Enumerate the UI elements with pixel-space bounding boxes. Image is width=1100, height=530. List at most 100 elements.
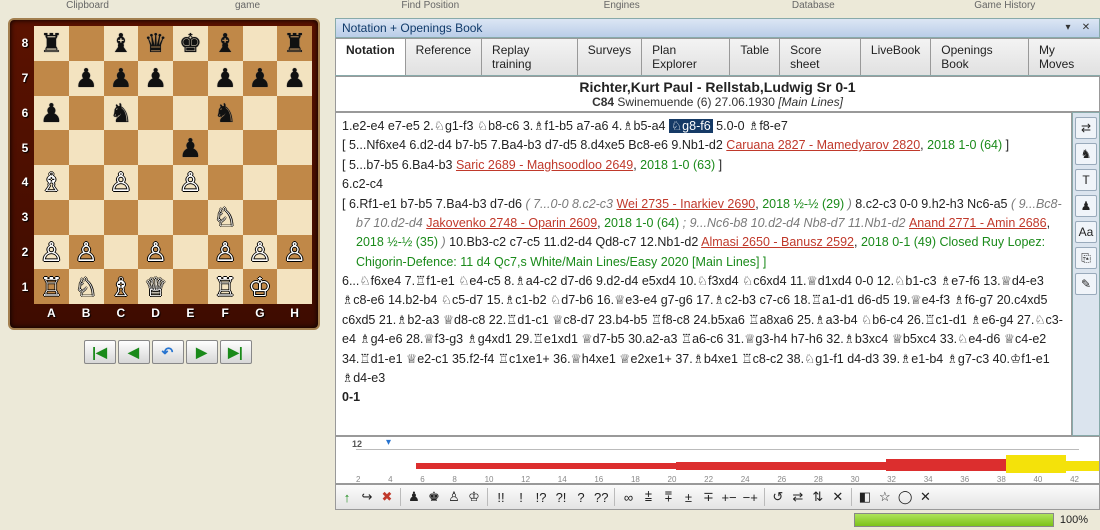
tab-score-sheet[interactable]: Score sheet [779,38,861,75]
piece[interactable]: ♝ [213,30,236,56]
square[interactable]: ♟ [34,96,69,131]
piece[interactable]: ♟ [248,65,271,91]
side-tool[interactable]: ⇄ [1075,117,1097,139]
square[interactable] [243,130,278,165]
tab-replay-training[interactable]: Replay training [481,38,578,75]
square[interactable]: ♙ [69,235,104,270]
square[interactable] [69,130,104,165]
piece[interactable]: ♟ [213,65,236,91]
square[interactable]: ♙ [173,165,208,200]
square[interactable]: ♖ [34,269,69,304]
square[interactable] [138,165,173,200]
current-move[interactable]: ♘g8-f6 [669,119,713,133]
annotation-tool[interactable]: ♚ [427,489,441,505]
square[interactable]: ♞ [104,96,139,131]
annotation-tool[interactable]: ± [681,490,695,505]
annotation-tool[interactable]: ✕ [831,489,845,505]
square[interactable] [34,200,69,235]
square[interactable] [34,61,69,96]
piece[interactable]: ♗ [40,169,63,195]
square[interactable] [69,200,104,235]
square[interactable] [104,200,139,235]
square[interactable] [208,165,243,200]
square[interactable]: ♚ [173,26,208,61]
annotation-tool[interactable]: ?? [594,490,608,505]
square[interactable]: ♙ [208,235,243,270]
piece[interactable]: ♜ [283,30,306,56]
square[interactable]: ♟ [277,61,312,96]
side-tool[interactable]: ⎘ [1075,247,1097,269]
piece[interactable]: ♙ [40,239,63,265]
annotation-tool[interactable]: ∓ [701,489,715,505]
annotation-tool[interactable]: ∞ [621,490,635,505]
square[interactable]: ♟ [69,61,104,96]
annotation-tool[interactable]: ⩲ [641,489,655,505]
square[interactable]: ♔ [243,269,278,304]
square[interactable] [34,130,69,165]
square[interactable]: ♖ [208,269,243,304]
annotation-tool[interactable]: ⇅ [811,489,825,505]
annotation-tool[interactable]: ✕ [918,489,932,505]
annotation-tool[interactable]: !! [494,490,508,505]
square[interactable]: ♟ [208,61,243,96]
tab-openings-book[interactable]: Openings Book [930,38,1029,75]
ribbon-group[interactable]: Game History [910,0,1100,12]
square[interactable] [277,269,312,304]
variation-text[interactable]: [ 5...Nf6xe4 6.d2-d4 b7-b5 7.Ba4-b3 d7-d… [342,138,726,152]
piece[interactable]: ♞ [109,100,132,126]
square[interactable]: ♘ [69,269,104,304]
annotation-tool[interactable]: ? [574,490,588,505]
square[interactable] [138,200,173,235]
square[interactable]: ♙ [243,235,278,270]
annotation-tool[interactable]: ↑ [340,490,354,505]
piece[interactable]: ♙ [213,239,236,265]
game-ref-link[interactable]: Caruana 2827 - Mamedyarov 2820 [726,138,920,152]
square[interactable] [104,235,139,270]
move-text[interactable]: 6.c2-c4 [342,177,383,191]
square[interactable]: ♜ [277,26,312,61]
annotation-tool[interactable]: ♔ [467,489,481,505]
side-tool[interactable]: Aa [1075,221,1097,243]
square[interactable] [277,165,312,200]
piece[interactable]: ♛ [144,30,167,56]
eval-graph[interactable]: 12 2468101214161820222426283032343638404… [335,436,1100,484]
square[interactable] [104,130,139,165]
piece[interactable]: ♟ [144,65,167,91]
square[interactable]: ♙ [138,235,173,270]
ribbon-group[interactable]: Database [718,0,909,12]
tab-table[interactable]: Table [729,38,780,75]
square[interactable] [277,200,312,235]
square[interactable] [173,235,208,270]
annotation-tool[interactable]: ! [514,490,528,505]
last-button[interactable]: ▶| [220,340,252,364]
piece[interactable]: ♙ [144,239,167,265]
square[interactable]: ♝ [104,26,139,61]
square[interactable]: ♝ [208,26,243,61]
piece[interactable]: ♙ [109,169,132,195]
tab-livebook[interactable]: LiveBook [860,38,931,75]
side-tool[interactable]: ♞ [1075,143,1097,165]
game-ref-link[interactable]: Jakovenko 2748 - Oparin 2609 [426,216,597,230]
square[interactable]: ♙ [34,235,69,270]
annotation-tool[interactable]: +− [721,490,736,505]
square[interactable] [138,96,173,131]
square[interactable]: ♟ [104,61,139,96]
square[interactable] [69,26,104,61]
game-ref-link[interactable]: Almasi 2650 - Banusz 2592 [701,235,854,249]
annotation-tool[interactable]: ◧ [858,489,872,505]
undo-button[interactable]: ↶ [152,340,184,364]
square[interactable] [277,130,312,165]
piece[interactable]: ♗ [109,274,132,300]
piece[interactable]: ♔ [248,274,271,300]
piece[interactable]: ♘ [74,274,97,300]
square[interactable] [69,96,104,131]
move-text[interactable]: 1.e2-e4 e7-e5 2.♘g1-f3 ♘b8-c6 3.♗f1-b5 a… [342,119,669,133]
notation-pane[interactable]: 1.e2-e4 e7-e5 2.♘g1-f3 ♘b8-c6 3.♗f1-b5 a… [335,112,1072,436]
piece[interactable]: ♙ [283,239,306,265]
square[interactable]: ♙ [104,165,139,200]
square[interactable] [277,96,312,131]
square[interactable]: ♟ [173,130,208,165]
annotation-tool[interactable]: ♙ [447,489,461,505]
tab-reference[interactable]: Reference [405,38,482,75]
square[interactable] [208,130,243,165]
